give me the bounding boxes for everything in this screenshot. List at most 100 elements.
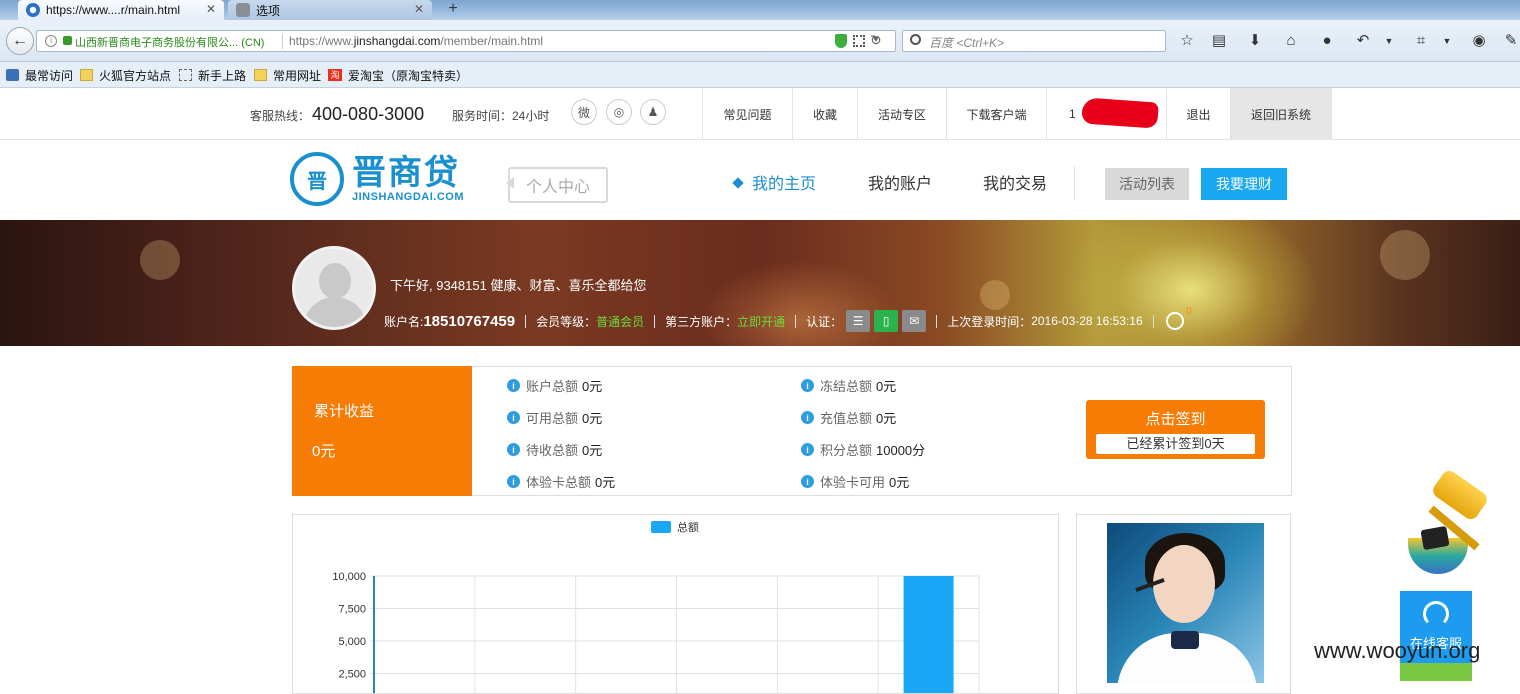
crop-icon[interactable]: ⌗ <box>1412 32 1430 50</box>
open-third-party-link[interactable]: 立即开通 <box>737 313 785 330</box>
invest-button[interactable]: 我要理财 <box>1201 168 1287 200</box>
info-icon[interactable]: i <box>801 475 814 488</box>
email-icon[interactable]: ✉ <box>902 310 927 332</box>
bookmark-label: 爱淘宝（原淘宝特卖） <box>348 68 469 83</box>
stat-trial-card-total: i 体验卡总额 0元 <box>507 472 615 491</box>
info-icon[interactable]: i <box>507 475 520 488</box>
phone-icon[interactable]: ▯ <box>874 310 899 332</box>
stat-account-total: i 账户总额 0元 <box>507 376 602 395</box>
diamond-icon <box>732 177 744 189</box>
url-text[interactable]: https://www.jinshangdai.com/member/main.… <box>289 34 543 48</box>
page-icon <box>179 69 192 81</box>
stat-value: 0元 <box>876 411 897 426</box>
check-in-count: 已经累计签到0天 <box>1096 434 1255 454</box>
info-icon[interactable]: i <box>801 443 814 456</box>
back-button[interactable]: ← <box>6 27 34 55</box>
nav-divider <box>1074 166 1075 200</box>
bookmark-aitaobao[interactable]: 淘 爱淘宝（原淘宝特卖） <box>328 66 468 84</box>
bookmark-most-visited[interactable]: 最常访问 <box>6 66 73 84</box>
qr-code-icon[interactable] <box>853 35 865 47</box>
link-download-client[interactable]: 下载客户端 <box>946 88 1046 140</box>
id-card-icon[interactable]: ☰ <box>846 310 871 332</box>
speech-bubble-icon[interactable]: ◉ <box>1470 32 1488 50</box>
taobao-icon: 淘 <box>328 69 342 81</box>
divider <box>525 314 527 328</box>
search-placeholder: 百度 <Ctrl+K> <box>929 36 1005 50</box>
bookmark-common-sites[interactable]: 常用网址 <box>254 66 321 84</box>
info-icon[interactable]: i <box>507 379 520 392</box>
divider <box>795 314 797 328</box>
wechat-icon[interactable]: ◎ <box>606 99 632 125</box>
site-logo[interactable]: 晋 晋商贷 JINSHANGDAI.COM <box>290 152 464 206</box>
bookmark-getting-started[interactable]: 新手上路 <box>179 66 246 84</box>
nav-my-account[interactable]: 我的账户 <box>868 170 932 194</box>
home-icon[interactable]: ⌂ <box>1282 32 1300 50</box>
site-identity[interactable]: 山西新晋商电子商务股份有限公... (CN) <box>75 34 264 50</box>
alarm-clock-icon[interactable]: 0 <box>1165 306 1192 330</box>
extension-icon[interactable]: ✎ <box>1502 32 1520 50</box>
tab-options[interactable]: 选项 ✕ <box>228 0 432 20</box>
info-icon[interactable]: i <box>801 379 814 392</box>
link-activities[interactable]: 活动专区 <box>857 88 946 140</box>
nav-my-home[interactable]: 我的主页 <box>732 170 816 194</box>
member-level: 普通会员 <box>596 314 645 329</box>
shield-icon[interactable] <box>835 34 847 48</box>
link-favorite[interactable]: 收藏 <box>792 88 857 140</box>
info-icon[interactable]: i <box>45 35 57 47</box>
link-logout[interactable]: 退出 <box>1166 88 1230 140</box>
star-icon[interactable]: ☆ <box>1178 32 1196 50</box>
redaction-mark <box>1081 97 1159 129</box>
info-icon[interactable]: i <box>801 411 814 424</box>
search-input[interactable]: 百度 <Ctrl+K> <box>902 30 1166 52</box>
download-icon[interactable]: ⬇ <box>1246 32 1264 50</box>
legend-swatch <box>651 521 671 533</box>
hotline-number: 400-080-3000 <box>312 104 425 124</box>
hotline: 客服热线： 400-080-3000 <box>250 104 424 125</box>
check-in-button[interactable]: 点击签到 已经累计签到0天 <box>1086 400 1265 459</box>
folder-icon <box>80 69 93 81</box>
reload-icon[interactable]: ↻ <box>870 32 882 49</box>
chevron-down-icon[interactable]: ▼ <box>1438 32 1456 50</box>
info-icon[interactable]: i <box>507 411 520 424</box>
reading-list-icon[interactable]: ▤ <box>1210 32 1228 50</box>
stat-value: 0元 <box>582 379 603 394</box>
stat-value: 10000分 <box>876 443 926 458</box>
activity-list-button[interactable]: 活动列表 <box>1105 168 1189 200</box>
undo-icon[interactable]: ↶ <box>1354 32 1372 50</box>
bookmark-firefox-official[interactable]: 火狐官方站点 <box>80 66 171 84</box>
chat-icon[interactable]: ● <box>1318 32 1336 50</box>
y-tick-label: 10,000 <box>332 571 366 583</box>
info-icon[interactable]: i <box>507 443 520 456</box>
url-bar[interactable]: i 山西新晋商电子商务股份有限公... (CN) https://www.jin… <box>36 30 896 52</box>
cumulative-earnings-card: 累计收益 0元 <box>292 366 472 496</box>
link-old-system[interactable]: 返回旧系统 <box>1230 88 1332 140</box>
profile-info-line: 账户名: 18510767459 会员等级： 普通会员 第三方账户： 立即开通 … <box>384 306 1192 332</box>
lottery-hammer-widget[interactable] <box>1372 467 1502 593</box>
cumulative-label: 累计收益 <box>314 403 375 420</box>
tab-main[interactable]: https://www....r/main.html ✕ <box>18 0 224 20</box>
nav-my-transactions[interactable]: 我的交易 <box>983 170 1047 194</box>
stat-available-total: i 可用总额 0元 <box>507 408 602 427</box>
weibo-icon[interactable]: 微 <box>571 99 597 125</box>
close-icon[interactable]: ✕ <box>206 2 216 16</box>
qq-icon[interactable]: ♟ <box>640 99 666 125</box>
banner-bokeh <box>980 280 1010 310</box>
new-tab-button[interactable]: + <box>442 0 464 20</box>
notification-count: 0 <box>1186 306 1192 317</box>
browser-tab-bar: https://www....r/main.html ✕ 选项 ✕ + <box>0 0 1520 20</box>
stat-value: 0元 <box>889 475 910 490</box>
chevron-down-icon[interactable]: ▼ <box>1380 32 1398 50</box>
bookmark-label: 常用网址 <box>273 68 322 83</box>
avatar[interactable] <box>292 246 376 330</box>
stat-value: 0元 <box>595 475 616 490</box>
photo-tie <box>1171 631 1199 649</box>
float-green-button[interactable] <box>1400 663 1472 681</box>
bar <box>903 576 954 693</box>
link-faq[interactable]: 常见问题 <box>702 88 792 140</box>
stat-value: 0元 <box>582 443 603 458</box>
stat-label: 可用总额 <box>526 411 579 426</box>
logo-en: JINSHANGDAI.COM <box>352 191 465 203</box>
bookmark-label: 新手上路 <box>198 68 247 83</box>
banner-glow <box>700 260 900 346</box>
close-icon[interactable]: ✕ <box>414 2 424 16</box>
